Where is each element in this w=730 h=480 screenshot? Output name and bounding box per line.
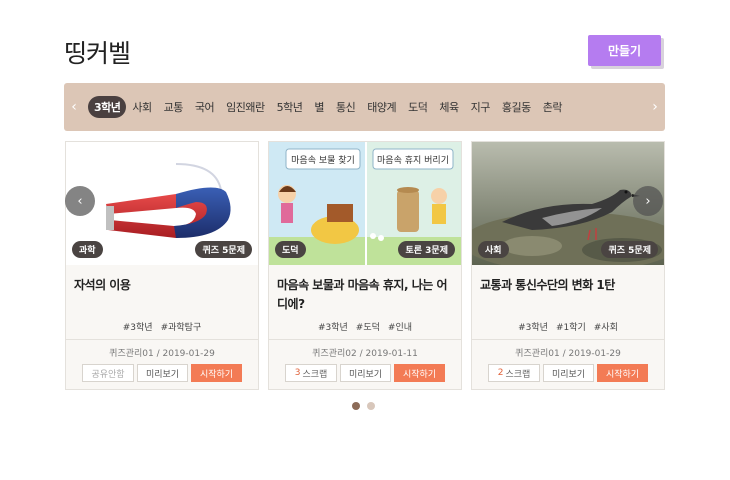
scrap-button[interactable]: 2 스크랩 bbox=[488, 364, 540, 382]
tag-item[interactable]: 교통 bbox=[158, 96, 189, 118]
tag-item[interactable]: 별 bbox=[308, 96, 330, 118]
quiz-count-badge: 퀴즈 5문제 bbox=[195, 241, 252, 258]
hashtag[interactable]: #3학년 bbox=[123, 320, 153, 333]
right-image-caption: 마음속 휴지 버리기 bbox=[377, 155, 449, 166]
share-status: 공유안함 bbox=[82, 364, 134, 382]
category-badge: 과학 bbox=[72, 241, 103, 258]
card-title[interactable]: 마음속 보물과 마음속 휴지, 나는 어디에? bbox=[277, 276, 455, 314]
card-meta: 퀴즈관리01 / 2019-01-29 bbox=[515, 349, 621, 359]
divider bbox=[269, 339, 461, 340]
hashtag[interactable]: #3학년 bbox=[318, 320, 348, 333]
tag-item[interactable]: 지구 bbox=[465, 96, 496, 118]
category-badge: 사회 bbox=[478, 241, 509, 258]
tag-prev-button[interactable]: ‹ bbox=[64, 83, 84, 131]
tag-item[interactable]: 도덕 bbox=[402, 96, 433, 118]
quiz-count-badge: 토론 3문제 bbox=[398, 241, 455, 258]
pagination-dot[interactable] bbox=[367, 402, 375, 410]
hashtag[interactable]: #인내 bbox=[388, 320, 412, 333]
tag-list: 3학년 사회 교통 국어 임진왜란 5학년 별 통신 태양계 도덕 체육 지구 홍길동 촌락 bbox=[84, 96, 645, 118]
left-image-caption: 마음속 보물 찾기 bbox=[291, 155, 355, 166]
chevron-right-icon: › bbox=[645, 193, 651, 209]
scrap-label: 스크랩 bbox=[302, 369, 328, 380]
card-title[interactable]: 자석의 이용 bbox=[74, 276, 252, 295]
pagination-dot[interactable] bbox=[352, 402, 360, 410]
carousel-pagination bbox=[352, 402, 375, 410]
tag-item[interactable]: 임진왜란 bbox=[220, 96, 270, 118]
start-button[interactable]: 시작하기 bbox=[191, 364, 242, 382]
tag-item[interactable]: 체육 bbox=[433, 96, 464, 118]
tag-bar: ‹ 3학년 사회 교통 국어 임진왜란 5학년 별 통신 태양계 도덕 체육 지구 홍길동 촌락 › bbox=[64, 83, 665, 131]
category-badge: 도덕 bbox=[275, 241, 306, 258]
tag-item[interactable]: 홍길동 bbox=[496, 96, 537, 118]
hashtag[interactable]: #3학년 bbox=[518, 320, 548, 333]
tag-item[interactable]: 3학년 bbox=[88, 96, 127, 118]
hashtag[interactable]: #도덕 bbox=[356, 320, 380, 333]
tag-item[interactable]: 촌락 bbox=[537, 96, 568, 118]
scrap-label: 스크랩 bbox=[505, 369, 531, 380]
page-title: 띵커벨 bbox=[64, 39, 131, 68]
tag-item[interactable]: 사회 bbox=[126, 96, 157, 118]
tag-item[interactable]: 통신 bbox=[330, 96, 361, 118]
quiz-count-badge: 퀴즈 5문제 bbox=[601, 241, 658, 258]
card-thumbnail[interactable]: 마음속 보물 찾기 마음속 휴지 버리기 도덕 토론 3문제 bbox=[269, 142, 461, 265]
carousel-prev-button[interactable]: ‹ bbox=[65, 186, 95, 216]
card-title[interactable]: 교통과 통신수단의 변화 1탄 bbox=[480, 276, 658, 295]
chevron-left-icon: ‹ bbox=[71, 99, 77, 115]
start-button[interactable]: 시작하기 bbox=[394, 364, 445, 382]
card-tags: #3학년 #도덕 #인내 bbox=[269, 320, 461, 333]
preview-button[interactable]: 미리보기 bbox=[543, 364, 594, 382]
card-thumbnail[interactable]: 과학 퀴즈 5문제 bbox=[66, 142, 258, 265]
hashtag[interactable]: #사회 bbox=[594, 320, 618, 333]
preview-button[interactable]: 미리보기 bbox=[137, 364, 188, 382]
hashtag[interactable]: #과학탐구 bbox=[161, 320, 202, 333]
carousel-next-button[interactable]: › bbox=[633, 186, 663, 216]
card-tags: #3학년 #1학기 #사회 bbox=[472, 320, 664, 333]
preview-button[interactable]: 미리보기 bbox=[340, 364, 391, 382]
chevron-left-icon: ‹ bbox=[77, 193, 83, 209]
hashtag[interactable]: #1학기 bbox=[556, 320, 586, 333]
quiz-card[interactable]: 마음속 보물 찾기 마음속 휴지 버리기 도덕 토론 3문제 마음속 보물과 마… bbox=[268, 141, 462, 390]
tag-next-button[interactable]: › bbox=[645, 83, 665, 131]
card-meta: 퀴즈관리02 / 2019-01-11 bbox=[312, 349, 418, 359]
quiz-card[interactable]: 과학 퀴즈 5문제 자석의 이용 #3학년 #과학탐구 퀴즈관리01 / 201… bbox=[65, 141, 259, 390]
tag-item[interactable]: 태양계 bbox=[361, 96, 402, 118]
card-tags: #3학년 #과학탐구 bbox=[66, 320, 258, 333]
make-button[interactable]: 만들기 bbox=[588, 35, 661, 66]
chevron-right-icon: › bbox=[652, 99, 658, 115]
tag-item[interactable]: 국어 bbox=[189, 96, 220, 118]
divider bbox=[66, 339, 258, 340]
divider bbox=[472, 339, 664, 340]
tag-item[interactable]: 5학년 bbox=[271, 96, 309, 118]
card-meta: 퀴즈관리01 / 2019-01-29 bbox=[109, 349, 215, 359]
scrap-count: 3 bbox=[294, 368, 301, 378]
start-button[interactable]: 시작하기 bbox=[597, 364, 648, 382]
scrap-button[interactable]: 3 스크랩 bbox=[285, 364, 337, 382]
scrap-count: 2 bbox=[497, 368, 504, 378]
quiz-card[interactable]: 사회 퀴즈 5문제 교통과 통신수단의 변화 1탄 #3학년 #1학기 #사회 … bbox=[471, 141, 665, 390]
